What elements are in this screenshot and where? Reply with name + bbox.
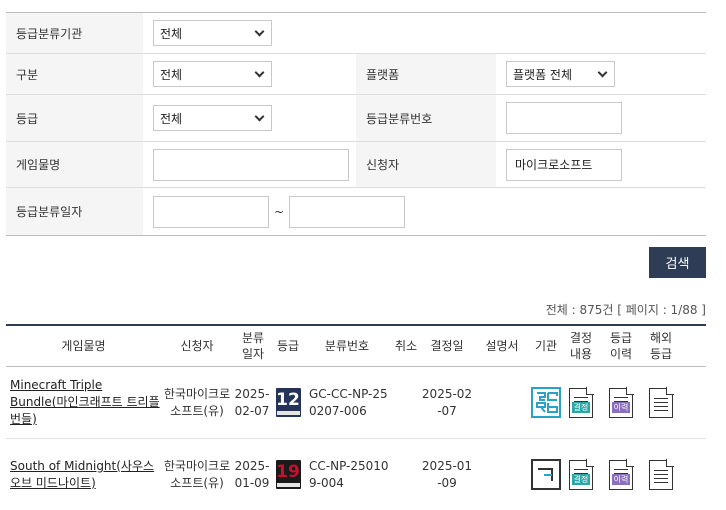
header-date: 분류 일자 (241, 330, 265, 361)
platform-select[interactable]: 플랫폼 전체 (506, 61, 615, 87)
header-grade: 등급 (276, 338, 300, 353)
applicant-input[interactable]: 마이크로소프트 (506, 148, 622, 181)
title-label: 게임물명 (6, 142, 143, 187)
form-row-agency: 등급분류기관 전체 (6, 13, 706, 54)
cancel-cell (391, 367, 421, 438)
rating-12-icon: 12 (275, 388, 301, 417)
search-button[interactable]: 검색 (649, 247, 706, 278)
chevron-down-icon (597, 67, 608, 77)
overseas-document-icon[interactable] (649, 387, 674, 418)
applicant-label: 신청자 (356, 142, 496, 187)
applicant-cell: 한국마이크로소프트(유) (163, 458, 231, 490)
header-applicant: 신청자 (180, 338, 214, 353)
form-row-title: 게임물명 신청자 마이크로소프트 (6, 142, 706, 188)
category-label: 구분 (6, 54, 143, 94)
decision-document-icon[interactable]: 결정 (569, 387, 594, 418)
header-title: 게임물명 (61, 338, 106, 353)
chevron-down-icon (254, 111, 265, 121)
date-label: 등급분류일자 (6, 188, 143, 235)
header-cancel: 취소 (394, 338, 418, 353)
form-row-date: 등급분류일자 ~ (6, 188, 706, 236)
classno-cell: CC-NP-250109-004 (309, 458, 389, 490)
decision-document-icon[interactable]: 결정 (569, 459, 594, 490)
category-select[interactable]: 전체 (153, 61, 272, 87)
search-form: 등급분류기관 전체 구분 전체 플랫폼 플랫폼 전체 등급 전체 등급분류번호 (6, 12, 706, 236)
game-title-link[interactable]: South of Midnight(사우스 오브 미드나이트) (10, 458, 161, 492)
history-document-icon[interactable]: 이력 (609, 387, 634, 418)
grac-logo-icon[interactable] (531, 459, 561, 490)
header-manual: 설명서 (485, 338, 519, 353)
game-title-link[interactable]: Minecraft Triple Bundle(마인크래프트 트리플 번들) (10, 377, 161, 427)
manual-cell (473, 367, 531, 438)
history-document-icon[interactable]: 이력 (609, 459, 634, 490)
chevron-down-icon (254, 26, 265, 36)
classno-cell: GC-CC-NP-250207-006 (309, 386, 388, 418)
date-separator: ~ (274, 204, 285, 219)
grade-label: 등급 (6, 95, 143, 141)
cancel-cell (391, 439, 421, 510)
header-overseas: 해외 등급 (649, 330, 673, 361)
decision-date-cell: 2025-02-07 (421, 386, 473, 418)
grade-select[interactable]: 전체 (153, 105, 272, 131)
date-from-input[interactable] (153, 195, 269, 228)
applicant-cell: 한국마이크로소프트(유) (163, 386, 231, 418)
header-grade-history: 등급 이력 (609, 330, 633, 361)
result-summary: 전체 : 875건 [ 페이지 : 1/88 ] (545, 303, 706, 317)
header-decision-date: 결정일 (430, 338, 464, 353)
agency-label: 등급분류기관 (6, 13, 143, 53)
classno-input[interactable] (506, 102, 622, 134)
classno-label: 등급분류번호 (356, 95, 496, 141)
platform-label: 플랫폼 (356, 54, 496, 94)
title-input[interactable] (153, 148, 349, 181)
decision-date-cell: 2025-01-09 (421, 458, 473, 490)
agency-select[interactable]: 전체 (153, 20, 272, 46)
table-row: Minecraft Triple Bundle(마인크래프트 트리플 번들) 한… (6, 367, 706, 439)
header-agency: 기관 (534, 338, 558, 353)
header-decision-content: 결정 내용 (569, 330, 593, 361)
gcrb-logo-icon[interactable] (531, 387, 561, 418)
table-header: 게임물명 신청자 분류 일자 등급 분류번호 취소 결정일 설명서 기관 결정 … (6, 326, 706, 367)
rating-19-icon: 19 (275, 460, 301, 489)
results-table: 게임물명 신청자 분류 일자 등급 분류번호 취소 결정일 설명서 기관 결정 … (6, 324, 706, 510)
date-cell: 2025-01-09 (234, 458, 270, 490)
chevron-down-icon (254, 67, 265, 77)
date-cell: 2025-02-07 (234, 386, 270, 418)
header-classno: 분류번호 (324, 338, 370, 353)
manual-cell (473, 439, 531, 510)
form-row-grade: 등급 전체 등급분류번호 (6, 95, 706, 142)
form-row-category: 구분 전체 플랫폼 플랫폼 전체 (6, 54, 706, 95)
table-row: South of Midnight(사우스 오브 미드나이트) 한국마이크로소프… (6, 439, 706, 510)
date-to-input[interactable] (289, 195, 406, 228)
overseas-document-icon[interactable] (649, 459, 674, 490)
